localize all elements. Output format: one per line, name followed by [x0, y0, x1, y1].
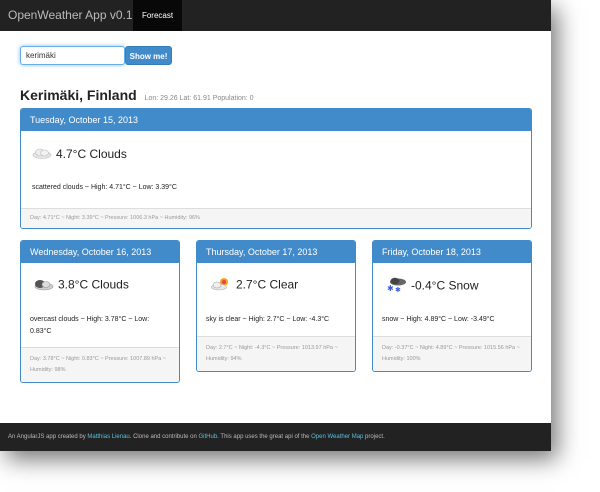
page-footer: An AngularJS app created by Matthias Lie… — [0, 423, 551, 451]
forecast-panel: Thursday, October 17, 2013 2.7°C Clear s… — [196, 240, 356, 372]
today-panel: Tuesday, October 15, 2013 4.7°C Clouds s… — [20, 108, 532, 229]
footer-text: . This app uses the great api of the — [217, 434, 312, 440]
today-date: Tuesday, October 15, 2013 — [21, 109, 531, 131]
snow-cloud-icon: ✱ ✱ — [385, 277, 407, 296]
navbar: OpenWeather App v0.1.0 Forecast — [0, 0, 551, 31]
forecast-date: Friday, October 18, 2013 — [373, 241, 531, 263]
forecast-date: Wednesday, October 16, 2013 — [21, 241, 179, 263]
sun-cloud-icon — [210, 277, 232, 294]
footer-text: . Clone and contribute on — [129, 434, 199, 440]
footer-text: project. — [363, 434, 385, 440]
tab-forecast[interactable]: Forecast — [133, 0, 182, 31]
today-footer: Day: 4.71°C ~ Night: 3.39°C ~ Pressure: … — [21, 208, 531, 228]
dark-cloud-icon — [32, 277, 54, 294]
forecast-summary: 3.8°C Clouds — [58, 277, 129, 292]
svg-text:✱: ✱ — [395, 286, 401, 293]
author-link[interactable]: Matthias Lienau — [87, 434, 129, 440]
today-summary: 4.7°C Clouds — [56, 147, 127, 161]
location-title: Kerimäki, Finland — [20, 87, 137, 103]
location-heading: Kerimäki, Finland Lon: 29.26 Lat: 61.91 … — [20, 87, 254, 103]
forecast-footer: Day: 3.78°C ~ Night: 0.83°C ~ Pressure: … — [21, 347, 179, 382]
forecast-date: Thursday, October 17, 2013 — [197, 241, 355, 263]
location-meta: Lon: 29.26 Lat: 61.91 Population: 0 — [144, 95, 254, 102]
footer-text: An AngularJS app created by — [8, 434, 88, 440]
forecast-summary-line: 3.8°C Clouds — [32, 277, 129, 294]
forecast-details: sky is clear ~ High: 2.7°C ~ Low: -4.3°C — [206, 316, 330, 323]
forecast-details: overcast clouds ~ High: 3.78°C ~ Low: 0.… — [30, 316, 150, 335]
forecast-footer: Day: -0.37°C ~ Night: 4.89°C ~ Pressure:… — [373, 336, 531, 371]
cloud-icon — [32, 147, 52, 162]
github-link[interactable]: GitHub — [198, 434, 217, 440]
forecast-summary: -0.4°C Snow — [411, 278, 479, 293]
forecast-details: snow ~ High: 4.89°C ~ Low: -3.49°C — [382, 316, 495, 323]
city-search-input[interactable] — [20, 46, 125, 65]
today-details: scattered clouds ~ High: 4.71°C ~ Low: 3… — [32, 184, 177, 191]
forecast-footer: Day: 2.7°C ~ Night: -4.3°C ~ Pressure: 1… — [197, 336, 355, 371]
app-window: OpenWeather App v0.1.0 Forecast Show me!… — [0, 0, 551, 451]
brand-title[interactable]: OpenWeather App v0.1.0 — [8, 0, 143, 31]
forecast-summary-line: ✱ ✱ -0.4°C Snow — [385, 277, 479, 296]
svg-text:✱: ✱ — [387, 284, 394, 293]
forecast-panel: Friday, October 18, 2013 ✱ ✱ -0.4°C Snow… — [372, 240, 532, 372]
show-me-button[interactable]: Show me! — [125, 46, 172, 65]
forecast-summary: 2.7°C Clear — [236, 277, 299, 292]
forecast-summary-line: 2.7°C Clear — [210, 277, 298, 294]
forecast-panel: Wednesday, October 16, 2013 3.8°C Clouds… — [20, 240, 180, 383]
today-summary-line: 4.7°C Clouds — [32, 147, 127, 162]
open-weather-map-link[interactable]: Open Weather Map — [311, 434, 363, 440]
